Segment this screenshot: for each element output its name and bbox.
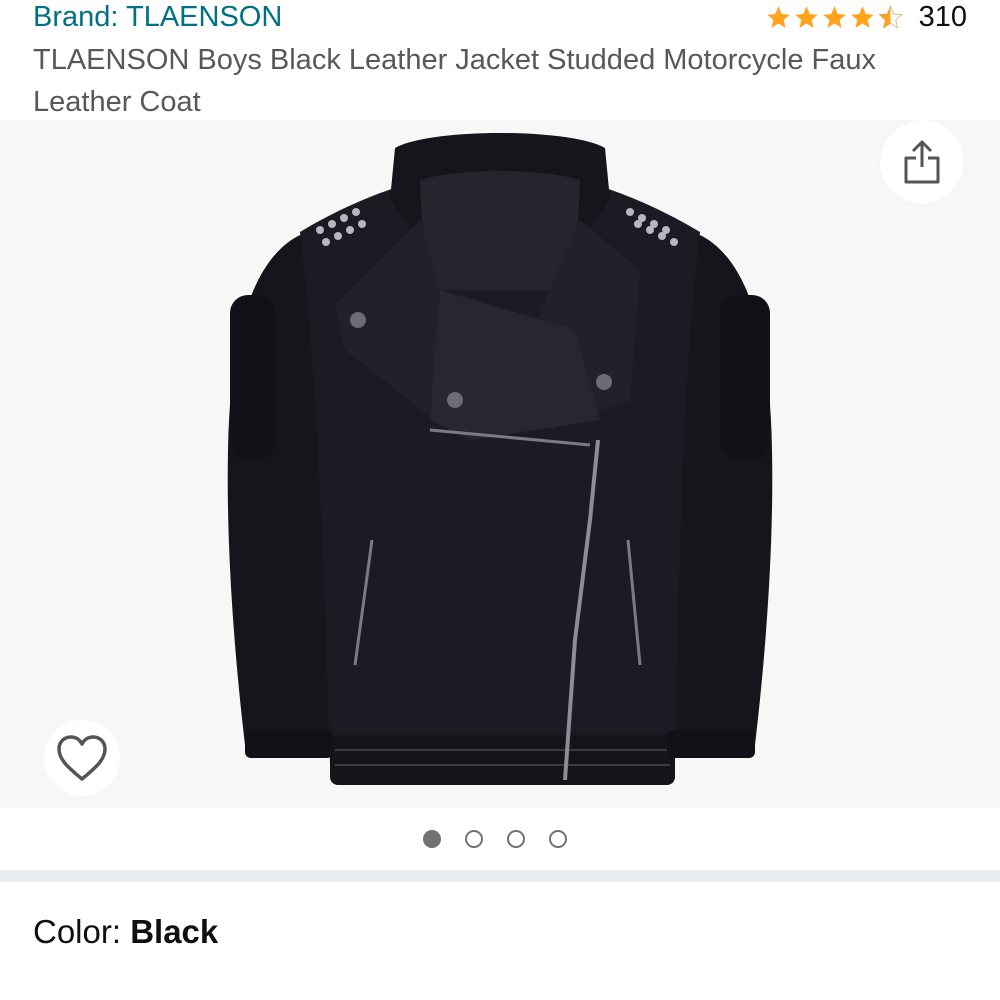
color-value: Black	[130, 913, 219, 950]
pagination-dot-4[interactable]	[549, 830, 567, 848]
add-to-list-button[interactable]	[44, 720, 120, 796]
color-label: Color:	[33, 913, 131, 950]
star-icon	[822, 5, 846, 28]
star-icon	[850, 5, 874, 28]
brand-link[interactable]: Brand: TLAENSON	[33, 0, 282, 34]
rating-summary[interactable]: 310	[765, 0, 967, 34]
heart-icon	[57, 735, 107, 781]
half-star-icon	[878, 4, 903, 29]
star-rating	[765, 4, 905, 31]
pagination-dot-2[interactable]	[465, 830, 483, 848]
star-icon	[766, 5, 790, 28]
share-button[interactable]	[880, 120, 964, 204]
color-variation: Color: Black	[33, 910, 218, 954]
product-title: TLAENSON Boys Black Leather Jacket Studd…	[33, 44, 876, 118]
pagination-dot-3[interactable]	[507, 830, 525, 848]
review-count[interactable]: 310	[919, 0, 967, 34]
jacket-image[interactable]	[0, 120, 1000, 808]
product-image-gallery[interactable]	[0, 120, 1000, 808]
share-icon	[904, 140, 940, 184]
image-pagination	[0, 808, 1000, 870]
section-divider	[0, 870, 1000, 882]
product-header: Brand: TLAENSON 310 TLAENSON Boys Black …	[0, 0, 1000, 120]
pagination-dot-1[interactable]	[423, 830, 441, 848]
star-icon	[794, 5, 818, 28]
